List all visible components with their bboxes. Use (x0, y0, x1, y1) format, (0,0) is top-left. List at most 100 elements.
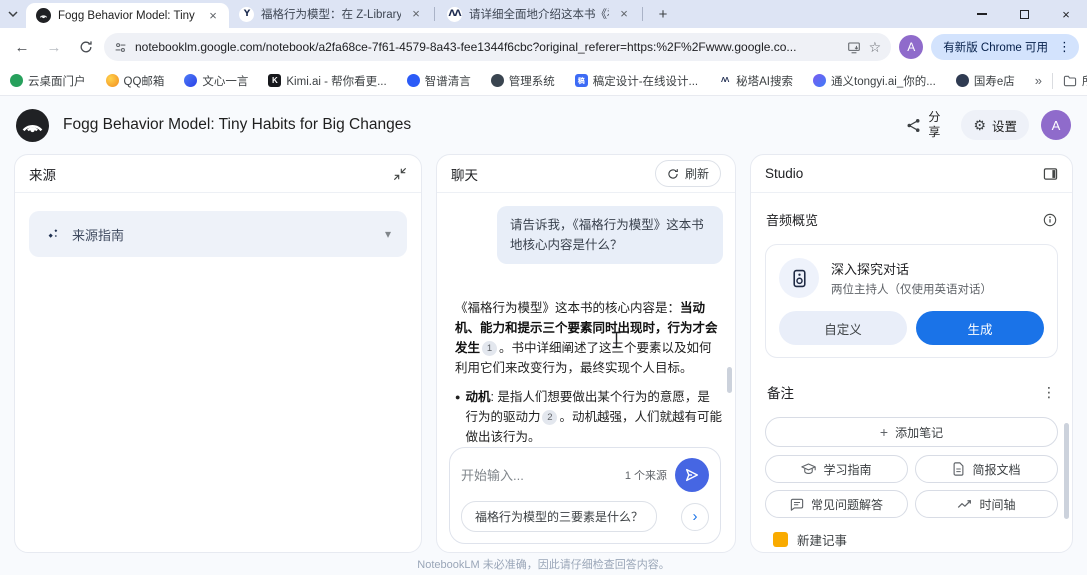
refresh-icon (667, 168, 679, 180)
new-tab-button[interactable]: + (651, 2, 675, 26)
tab-separator (434, 7, 435, 21)
metaso-favicon: ΛΛ (447, 7, 462, 22)
install-app-icon[interactable] (847, 41, 861, 54)
bookmark-item[interactable]: QQ邮箱 (106, 73, 165, 89)
tab-close-icon[interactable]: × (616, 6, 632, 22)
source-guide-card[interactable]: 来源指南 ▾ (29, 211, 407, 257)
bookmark-favicon: ΛΛ (718, 74, 731, 87)
chat-input-card: 1 个来源 福格行为模型的三要素是什么？ › (449, 447, 721, 544)
tab-close-icon[interactable]: × (408, 6, 424, 22)
bookmarks-overflow-icon[interactable]: » (1035, 73, 1042, 88)
bookmark-favicon (407, 74, 420, 87)
back-button[interactable]: ← (8, 33, 36, 61)
notes-title: 备注 (767, 382, 794, 402)
suggested-question-chip[interactable]: 福格行为模型的三要素是什么？ (461, 501, 657, 532)
bookmark-item[interactable]: ΛΛ秘塔AI搜索 (718, 73, 793, 89)
chat-input[interactable] (461, 468, 617, 483)
note-list-item[interactable]: 新建记事 (773, 530, 1072, 549)
bookmark-item[interactable]: 稿稿定设计-在线设计... (575, 73, 698, 89)
restore-button[interactable] (1003, 0, 1045, 28)
notebook-title[interactable]: Fogg Behavior Model: Tiny Habits for Big… (63, 116, 884, 134)
generate-button[interactable]: 生成 (916, 311, 1044, 345)
text-cursor (611, 331, 622, 349)
info-icon[interactable] (1043, 213, 1057, 227)
account-avatar[interactable]: A (1041, 110, 1071, 140)
add-note-label: 添加笔记 (895, 424, 943, 441)
studio-panel-title: Studio (765, 166, 803, 181)
close-window-button[interactable]: × (1045, 0, 1087, 28)
tab-title: Fogg Behavior Model: Tiny H (58, 10, 198, 22)
browser-window: Fogg Behavior Model: Tiny H × Y 福格行为模型：在… (0, 0, 1087, 575)
bullet-icon: ● (455, 387, 460, 447)
url-text[interactable]: notebooklm.google.com/notebook/a2fa68ce-… (135, 40, 839, 54)
source-count-label: 1 个来源 (625, 467, 667, 483)
collapse-panel-icon[interactable] (393, 167, 407, 181)
assistant-message: 《福格行为模型》这本书的核心内容是：当动机、能力和提示三个要素同时出现时，行为才… (455, 298, 722, 378)
share-icon (906, 118, 921, 133)
citation-chip[interactable]: 2 (542, 410, 557, 425)
app-header: Fogg Behavior Model: Tiny Habits for Big… (0, 96, 1087, 154)
notes-menu-icon[interactable]: ⋮ (1042, 384, 1056, 401)
site-info-icon[interactable] (114, 41, 127, 54)
share-button[interactable]: 分享 (898, 106, 949, 144)
next-suggestion-button[interactable]: › (681, 503, 709, 531)
note-item-label: 新建记事 (797, 530, 847, 549)
minimize-button[interactable] (961, 0, 1003, 28)
deep-dive-title: 深入探究对话 (831, 259, 992, 278)
customize-button[interactable]: 自定义 (779, 311, 907, 345)
notebooklm-logo (16, 109, 49, 142)
reload-button[interactable] (72, 33, 100, 61)
settings-button[interactable]: ⚙ 设置 (961, 110, 1029, 140)
notebooklm-favicon (36, 8, 51, 23)
faq-button[interactable]: 常见问题解答 (765, 490, 908, 518)
refresh-label: 刷新 (685, 165, 709, 182)
chevron-down-icon[interactable]: ▾ (385, 227, 391, 241)
tab-search-chevron-icon[interactable] (0, 1, 26, 27)
bookmark-star-icon[interactable]: ☆ (869, 39, 882, 56)
bookmark-item[interactable]: 通义tongyi.ai_你的... (813, 73, 936, 89)
bookmark-item[interactable]: 管理系统 (491, 73, 555, 89)
bookmark-favicon: 稿 (575, 74, 588, 87)
study-guide-button[interactable]: 学习指南 (765, 455, 908, 483)
bookmark-item[interactable]: 云桌面门户 (10, 73, 86, 89)
refresh-chat-button[interactable]: 刷新 (655, 160, 721, 187)
assistant-bullet-item: ● 动机: 是指人们想要做出某个行为的意愿，是行为的驱动力2。动机越强，人们就越… (455, 387, 722, 447)
tab-bar: Fogg Behavior Model: Tiny H × Y 福格行为模型：在… (0, 0, 1087, 28)
speaker-icon (779, 258, 819, 298)
send-icon (684, 467, 700, 483)
studio-panel: Studio 音频概览 (750, 154, 1073, 553)
tab-zlibrary[interactable]: Y 福格行为模型：在 Z-Library 上 × (229, 2, 432, 26)
bookmark-item[interactable]: 文心一言 (184, 73, 248, 89)
bookmark-item[interactable]: 国寿e店 (956, 73, 1015, 89)
notebooklm-app: Fogg Behavior Model: Tiny Habits for Big… (0, 96, 1087, 553)
tab-title: 请详细全面地介绍这本书《福格 (469, 6, 609, 22)
settings-label: 设置 (992, 116, 1017, 135)
tab-notebooklm[interactable]: Fogg Behavior Model: Tiny H × (26, 3, 229, 28)
add-note-button[interactable]: + 添加笔记 (765, 417, 1058, 447)
bookmark-item[interactable]: KKimi.ai - 帮你看更... (268, 73, 386, 89)
deep-dive-subtitle: 两位主持人（仅使用英语对话） (831, 281, 992, 297)
chat-scrollbar[interactable] (727, 367, 732, 393)
browser-menu-icon[interactable]: ⋮ (1054, 39, 1075, 55)
briefing-doc-button[interactable]: 简报文档 (915, 455, 1058, 483)
split-view-icon[interactable] (1043, 167, 1058, 181)
chrome-update-chip[interactable]: 有新版 Chrome 可用 ⋮ (931, 34, 1079, 60)
bookmark-favicon (956, 74, 969, 87)
tab-close-icon[interactable]: × (205, 8, 221, 24)
bookmarks-bar: 云桌面门户 QQ邮箱 文心一言 KKimi.ai - 帮你看更... 智谱清言 … (0, 66, 1087, 96)
tab-title: 福格行为模型：在 Z-Library 上 (261, 6, 401, 22)
bookmark-favicon (491, 74, 504, 87)
address-bar[interactable]: notebooklm.google.com/notebook/a2fa68ce-… (104, 33, 891, 61)
forward-button[interactable]: → (40, 33, 68, 61)
all-bookmarks-button[interactable]: 所有书签 (1063, 73, 1087, 89)
profile-avatar[interactable]: A (899, 35, 923, 59)
citation-chip[interactable]: 1 (482, 341, 497, 356)
bookmark-item[interactable]: 智谱清言 (407, 73, 471, 89)
studio-scrollbar[interactable] (1064, 423, 1069, 519)
document-icon (952, 462, 965, 476)
timeline-button[interactable]: 时间轴 (915, 490, 1058, 518)
browser-toolbar: ← → notebooklm.google.com/notebook/a2fa6… (0, 28, 1087, 66)
send-button[interactable] (675, 458, 709, 492)
tab-metaso[interactable]: ΛΛ 请详细全面地介绍这本书《福格 × (437, 2, 640, 26)
sources-panel: 来源 来源指南 ▾ (14, 154, 422, 553)
